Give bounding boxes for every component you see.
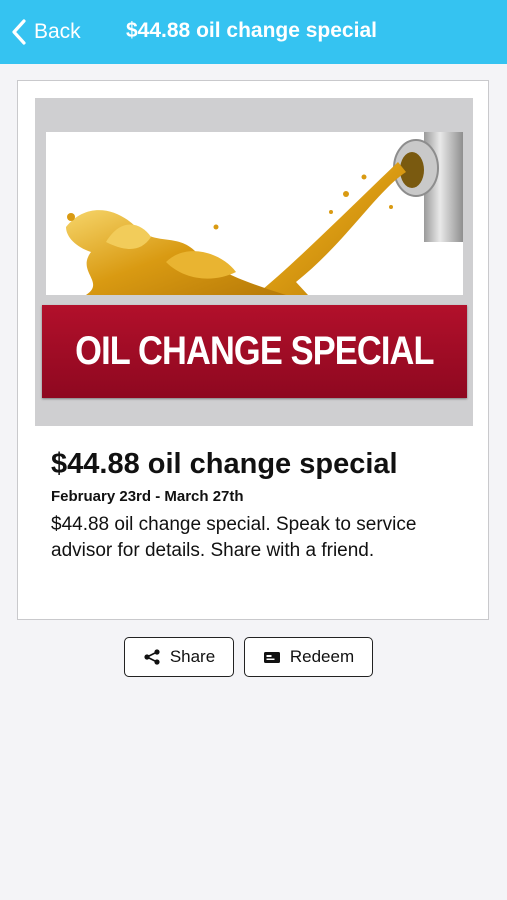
- navigation-bar: Back $44.88 oil change special: [0, 0, 507, 64]
- page-title: $44.88 oil change special: [126, 19, 377, 42]
- banner-text: OIL CHANGE SPECIAL: [75, 329, 434, 373]
- back-button[interactable]: Back: [10, 17, 81, 47]
- promo-headline: $44.88 oil change special: [51, 448, 398, 480]
- share-label: Share: [169, 647, 216, 666]
- ticket-icon: [263, 648, 281, 666]
- redeem-button[interactable]: Redeem: [244, 637, 373, 677]
- promo-card: OIL CHANGE SPECIAL $44.88 oil change spe…: [17, 80, 489, 620]
- redeem-label: Redeem: [289, 647, 355, 666]
- promo-banner: OIL CHANGE SPECIAL: [42, 305, 467, 398]
- oil-pour-illustration: [46, 132, 463, 295]
- back-label: Back: [34, 20, 81, 43]
- share-button[interactable]: Share: [124, 637, 234, 677]
- promo-image: OIL CHANGE SPECIAL: [35, 98, 473, 426]
- share-icon: [143, 648, 161, 666]
- promo-dates: February 23rd - March 27th: [51, 488, 244, 505]
- promo-description: $44.88 oil change special. Speak to serv…: [51, 514, 417, 561]
- chevron-left-icon: [12, 19, 26, 45]
